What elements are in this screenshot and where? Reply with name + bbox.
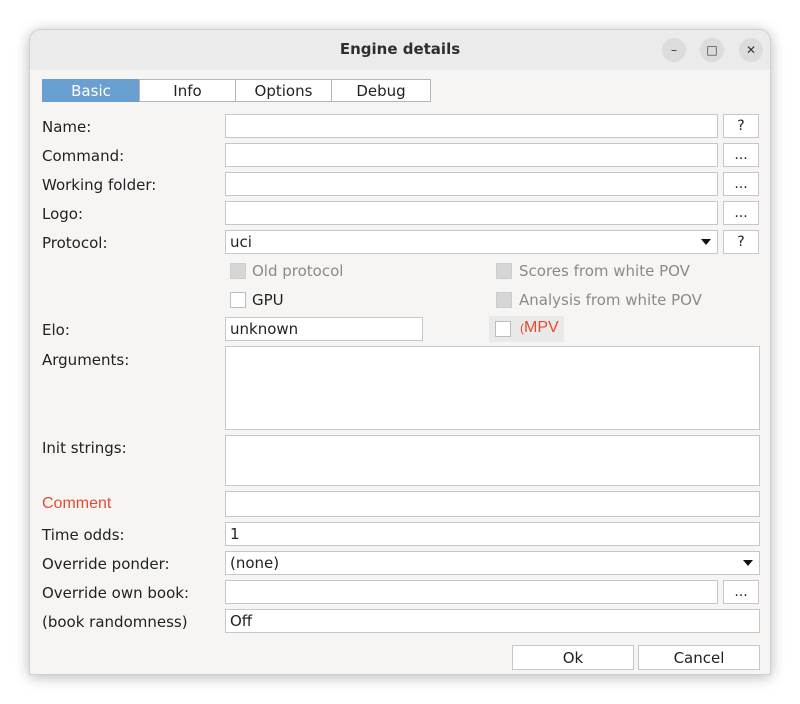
override-book-label: Override own book: [42, 584, 190, 602]
chevron-down-icon [743, 560, 753, 566]
time-odds-input[interactable]: 1 [225, 522, 760, 546]
scores-white-pov-checkbox[interactable] [496, 263, 512, 279]
init-strings-textarea[interactable] [225, 435, 760, 486]
mpv-label: (MPV [520, 319, 559, 336]
override-ponder-label: Override ponder: [42, 555, 170, 573]
logo-input[interactable] [225, 201, 718, 225]
close-button[interactable]: ✕ [739, 38, 763, 62]
arguments-textarea[interactable] [225, 346, 760, 430]
mpv-option[interactable]: (MPV [489, 316, 564, 342]
title-bar[interactable]: Engine details – □ ✕ [30, 30, 770, 70]
arguments-label: Arguments: [42, 351, 130, 369]
logo-label: Logo: [42, 205, 84, 223]
working-folder-label: Working folder: [42, 176, 157, 194]
tab-options[interactable]: Options [235, 79, 332, 102]
mpv-checkbox[interactable] [495, 321, 511, 337]
time-odds-label: Time odds: [42, 526, 125, 544]
analysis-white-pov-checkbox[interactable] [496, 292, 512, 308]
override-book-input[interactable] [225, 580, 718, 604]
protocol-help-button[interactable]: ? [723, 230, 759, 254]
comment-label: Comment [42, 495, 112, 512]
name-help-button[interactable]: ? [723, 114, 759, 138]
tab-basic[interactable]: Basic [42, 79, 140, 102]
analysis-white-pov-label: Analysis from white POV [519, 291, 702, 309]
elo-input[interactable]: unknown [225, 317, 423, 341]
command-label: Command: [42, 147, 125, 165]
elo-label: Elo: [42, 321, 70, 339]
command-input[interactable] [225, 143, 718, 167]
name-label: Name: [42, 118, 92, 136]
init-strings-label: Init strings: [42, 439, 127, 457]
window-title: Engine details [339, 40, 461, 58]
old-protocol-checkbox[interactable] [230, 263, 246, 279]
maximize-button[interactable]: □ [700, 38, 724, 62]
tab-info[interactable]: Info [139, 79, 236, 102]
scores-white-pov-label: Scores from white POV [519, 262, 690, 280]
protocol-label: Protocol: [42, 234, 108, 252]
book-randomness-input[interactable]: Off [225, 609, 760, 633]
working-folder-input[interactable] [225, 172, 718, 196]
override-ponder-select[interactable]: (none) [225, 551, 760, 575]
gpu-checkbox[interactable] [230, 292, 246, 308]
ok-button[interactable]: Ok [512, 645, 634, 670]
chevron-down-icon [701, 239, 711, 245]
override-ponder-value: (none) [230, 554, 280, 572]
protocol-select[interactable]: uci [225, 230, 718, 254]
working-folder-browse-button[interactable]: ... [723, 172, 759, 196]
minimize-button[interactable]: – [662, 38, 686, 62]
protocol-value: uci [230, 233, 252, 251]
override-book-browse-button[interactable]: ... [723, 580, 759, 604]
book-randomness-label: (book randomness) [42, 613, 188, 631]
engine-details-dialog: Engine details – □ ✕ Basic Info Options … [29, 29, 771, 675]
comment-input[interactable] [225, 491, 760, 517]
name-input[interactable] [225, 114, 718, 138]
command-browse-button[interactable]: ... [723, 143, 759, 167]
old-protocol-label: Old protocol [252, 262, 344, 280]
gpu-label: GPU [252, 291, 284, 309]
cancel-button[interactable]: Cancel [638, 645, 760, 670]
tab-debug[interactable]: Debug [331, 79, 431, 102]
logo-browse-button[interactable]: ... [723, 201, 759, 225]
